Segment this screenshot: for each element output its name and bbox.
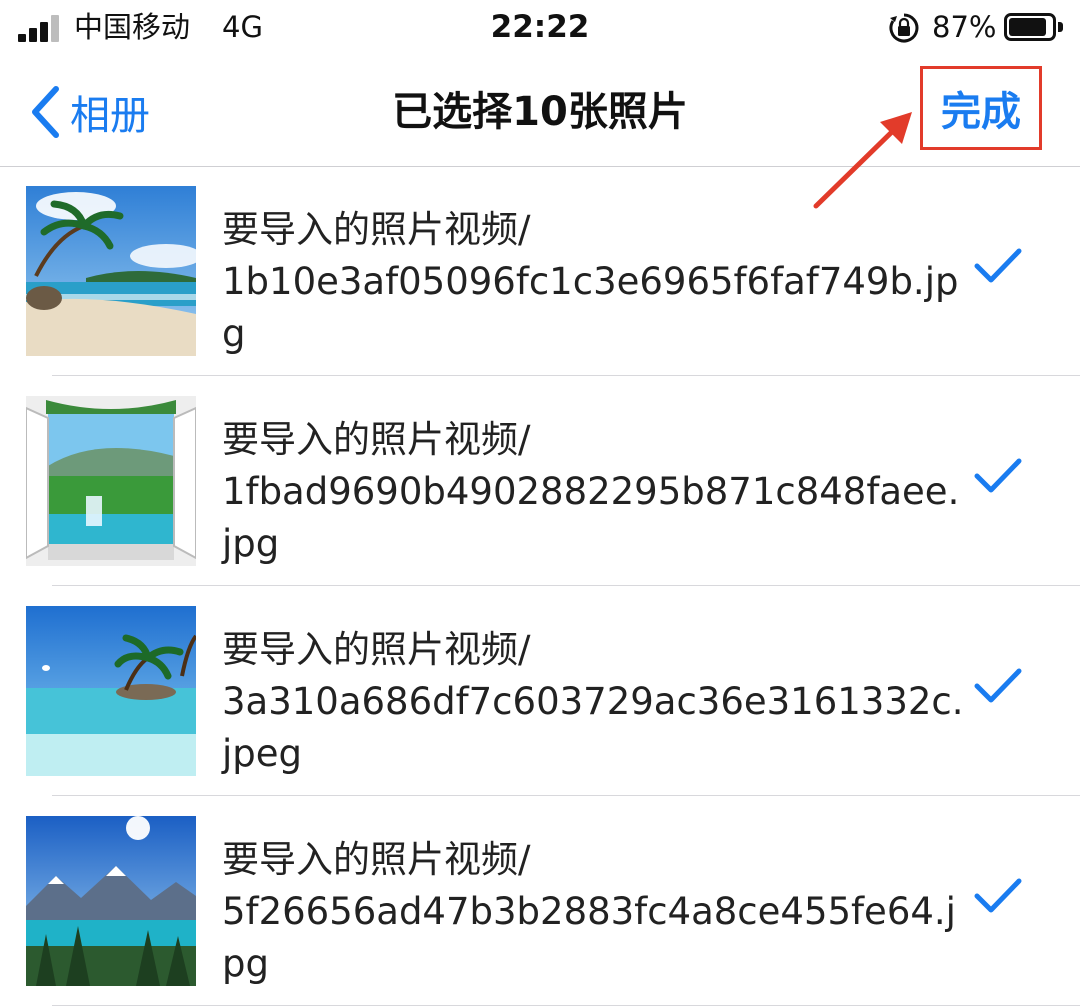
checkmark-icon — [974, 878, 1022, 913]
orientation-lock-icon — [889, 13, 919, 43]
tropical-sea-thumbnail — [26, 606, 196, 776]
checkmark-icon — [974, 248, 1022, 283]
window-waterfall-thumbnail — [26, 396, 196, 566]
list-item[interactable]: 要导入的照片视频/1b10e3af05096fc1c3e6965f6faf749… — [0, 166, 1080, 376]
checkmark-icon — [974, 458, 1022, 493]
back-button[interactable]: 相册 — [30, 80, 150, 144]
file-name: 1b10e3af05096fc1c3e6965f6faf749b.jpg — [222, 260, 959, 355]
navigation-bar: 相册 已选择10张照片 完成 — [0, 58, 1080, 167]
file-path: 要导入的照片视频/1fbad9690b4902882295b871c848fae… — [222, 414, 967, 570]
file-name: 1fbad9690b4902882295b871c848faee.jpg — [222, 470, 960, 565]
status-bar: 中国移动 4G 22:22 87% — [0, 0, 1080, 58]
list-item[interactable]: 要导入的照片视频/3a310a686df7c603729ac36e3161332… — [0, 586, 1080, 796]
file-path: 要导入的照片视频/1b10e3af05096fc1c3e6965f6faf749… — [222, 204, 967, 360]
list-item[interactable]: 要导入的照片视频/5f26656ad47b3b2883fc4a8ce455fe6… — [0, 796, 1080, 1006]
done-label: 完成 — [941, 89, 1021, 135]
folder-name: 要导入的照片视频/ — [222, 628, 531, 671]
file-name: 5f26656ad47b3b2883fc4a8ce455fe64.jpg — [222, 890, 956, 985]
beach-palm-thumbnail — [26, 186, 196, 356]
battery-icon — [1004, 13, 1064, 41]
folder-name: 要导入的照片视频/ — [222, 418, 531, 461]
list-item[interactable]: 要导入的照片视频/1fbad9690b4902882295b871c848fae… — [0, 376, 1080, 586]
page-title: 已选择10张照片 — [392, 89, 688, 135]
checkmark-icon — [974, 668, 1022, 703]
folder-name: 要导入的照片视频/ — [222, 838, 531, 881]
chevron-left-icon — [32, 86, 59, 138]
folder-name: 要导入的照片视频/ — [222, 208, 531, 251]
file-name: 3a310a686df7c603729ac36e3161332c.jpeg — [222, 680, 964, 775]
file-path: 要导入的照片视频/5f26656ad47b3b2883fc4a8ce455fe6… — [222, 834, 967, 990]
file-path: 要导入的照片视频/3a310a686df7c603729ac36e3161332… — [222, 624, 967, 780]
done-button[interactable]: 完成 — [920, 66, 1042, 150]
mountain-lake-thumbnail — [26, 816, 196, 986]
back-label: 相册 — [70, 93, 150, 139]
battery-percent: 87% — [932, 10, 997, 44]
